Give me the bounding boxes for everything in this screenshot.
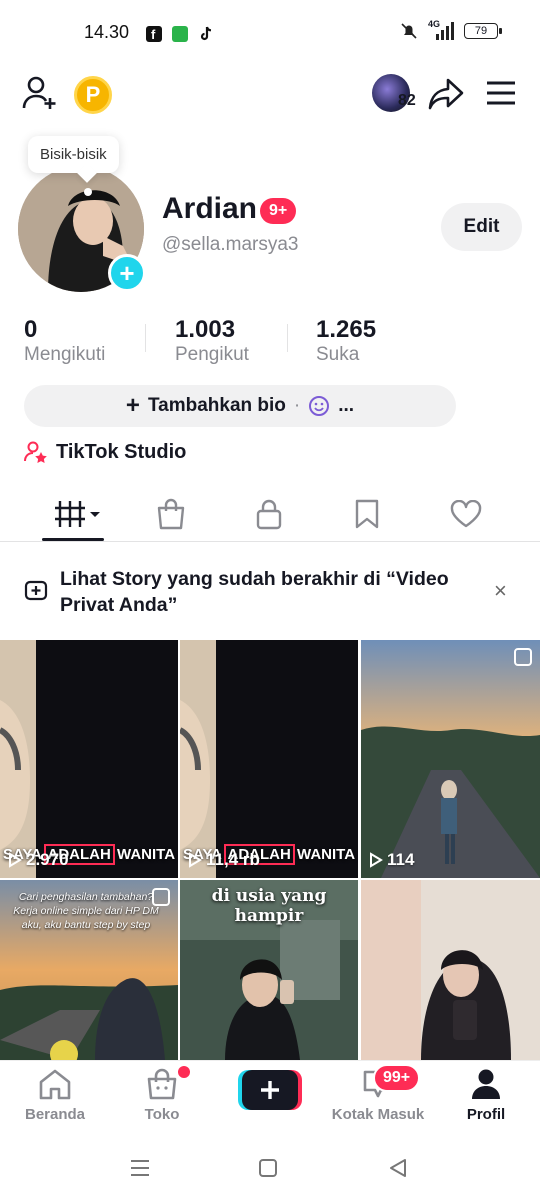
close-icon[interactable]: × bbox=[494, 578, 507, 604]
multi-photo-icon bbox=[514, 648, 532, 666]
view-count: 11,4 rb bbox=[188, 850, 260, 870]
notification-count: 82 bbox=[398, 92, 416, 109]
plus-icon: + bbox=[125, 392, 140, 419]
nav-home[interactable]: Beranda bbox=[0, 1068, 110, 1123]
multi-photo-icon bbox=[152, 888, 170, 906]
home-system-icon[interactable] bbox=[256, 1156, 280, 1180]
studio-icon bbox=[24, 440, 48, 464]
tooltip-bisik[interactable]: Bisik-bisik bbox=[28, 136, 119, 173]
status-right: 4G 79 bbox=[400, 19, 502, 40]
display-name: Ardian bbox=[162, 192, 258, 225]
shop-icon bbox=[147, 1068, 177, 1100]
profile-icon bbox=[472, 1069, 500, 1099]
likes-label[interactable]: Suka bbox=[316, 344, 359, 366]
divider bbox=[0, 541, 540, 542]
facebook-icon: f bbox=[146, 26, 162, 42]
home-icon bbox=[39, 1069, 71, 1100]
recent-apps-icon[interactable] bbox=[128, 1156, 152, 1180]
name-badge[interactable]: 9+ bbox=[260, 198, 297, 224]
followers-label[interactable]: Pengikut bbox=[175, 344, 249, 366]
tiktok-studio-link[interactable]: TikTok Studio bbox=[24, 440, 186, 464]
view-count: 2.970 bbox=[8, 850, 69, 870]
studio-label: TikTok Studio bbox=[56, 440, 187, 463]
tiktok-icon bbox=[198, 26, 214, 42]
signal-icon: 4G bbox=[428, 19, 454, 40]
stat-divider bbox=[287, 324, 288, 352]
bio-more: ... bbox=[338, 395, 355, 416]
share-icon[interactable] bbox=[428, 78, 464, 110]
nav-profile-label: Profil bbox=[466, 1106, 506, 1123]
nav-profile[interactable]: Profil bbox=[431, 1068, 540, 1123]
message-app-icon bbox=[172, 26, 188, 42]
back-icon[interactable] bbox=[386, 1156, 410, 1180]
shop-notification-dot bbox=[178, 1066, 190, 1078]
menu-icon[interactable] bbox=[486, 80, 516, 106]
edit-profile-button[interactable]: Edit bbox=[441, 203, 522, 251]
video-tile[interactable]: SAYA ADALAH WANITA 11,4 rb bbox=[180, 640, 358, 878]
likes-count[interactable]: 1.265 bbox=[316, 316, 376, 344]
caption-word: WANITA bbox=[117, 846, 176, 863]
tab-videos[interactable] bbox=[44, 494, 104, 534]
coin-icon[interactable]: P bbox=[74, 76, 112, 114]
add-photo-button[interactable]: + bbox=[108, 254, 146, 292]
add-friend-icon[interactable] bbox=[22, 76, 58, 110]
view-count-text: 2.970 bbox=[26, 850, 69, 869]
story-add-icon bbox=[24, 578, 48, 602]
caption-word: WANITA bbox=[297, 846, 356, 863]
username: @sella.marsya3 bbox=[162, 234, 299, 255]
stat-divider bbox=[145, 324, 146, 352]
view-count-text: 114 bbox=[387, 850, 415, 869]
nav-home-label: Beranda bbox=[24, 1106, 86, 1123]
nav-inbox-label: Kotak Masuk bbox=[331, 1106, 425, 1123]
following-label[interactable]: Mengikuti bbox=[24, 344, 105, 366]
followers-count[interactable]: 1.003 bbox=[175, 316, 235, 344]
view-count: 114 bbox=[369, 850, 414, 870]
tab-shop[interactable] bbox=[141, 494, 201, 534]
nav-shop[interactable]: Toko bbox=[107, 1068, 217, 1123]
smiley-icon bbox=[308, 395, 330, 417]
video-caption: Cari penghasilan tambahan? Kerja online … bbox=[13, 891, 159, 931]
video-tile[interactable]: SAYA ADALAH WANITA 2.970 bbox=[0, 640, 178, 878]
nav-shop-label: Toko bbox=[144, 1106, 180, 1123]
tab-private[interactable] bbox=[239, 494, 299, 534]
story-notice-text[interactable]: Lihat Story yang sudah berakhir di “Vide… bbox=[60, 566, 480, 618]
view-count-text: 11,4 rb bbox=[206, 850, 260, 869]
svg-text:f: f bbox=[151, 27, 156, 42]
tab-saved[interactable] bbox=[337, 494, 397, 534]
following-count[interactable]: 0 bbox=[24, 316, 37, 344]
status-time: 14.30 bbox=[84, 22, 130, 42]
video-caption: di usia yang hampir bbox=[211, 886, 327, 926]
network-type: 4G bbox=[428, 19, 441, 29]
inbox-badge: 99+ bbox=[373, 1064, 421, 1092]
battery-icon: 79 bbox=[464, 23, 502, 39]
tab-liked[interactable] bbox=[436, 494, 496, 534]
mute-icon bbox=[400, 22, 418, 40]
add-bio-button[interactable]: + Tambahkan bio · ... bbox=[24, 385, 456, 427]
add-bio-label: Tambahkan bio bbox=[147, 395, 286, 416]
create-button[interactable] bbox=[238, 1070, 302, 1110]
bio-separator: · bbox=[293, 395, 301, 416]
video-tile[interactable]: 114 bbox=[361, 640, 540, 878]
